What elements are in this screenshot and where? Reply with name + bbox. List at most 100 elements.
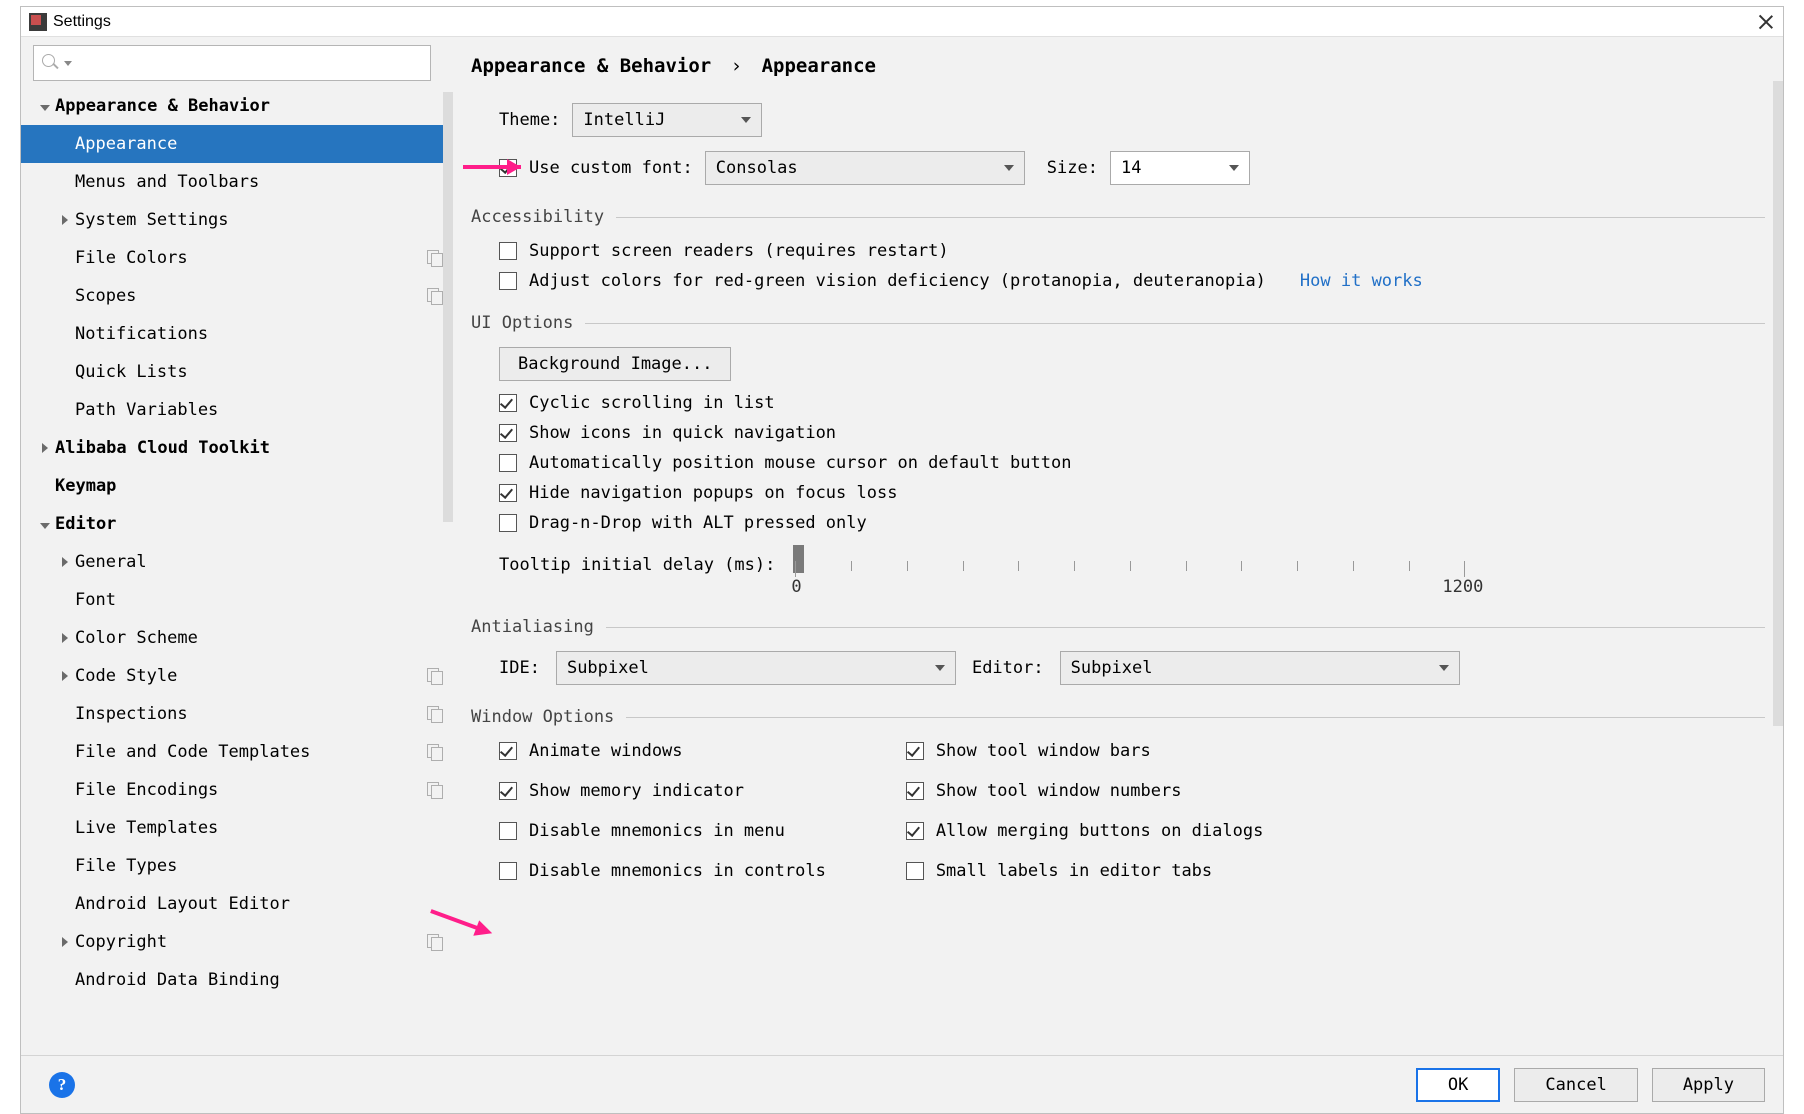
sidebar-item-label: Appearance (75, 134, 177, 154)
sidebar-item[interactable]: Live Templates (21, 809, 453, 847)
sidebar: Appearance & Behavior Appearance Menus and… (21, 37, 453, 1055)
checkbox[interactable] (906, 782, 924, 800)
anti-ide-select[interactable]: Subpixel (556, 651, 956, 685)
checkbox[interactable] (499, 822, 517, 840)
app-icon (29, 13, 47, 31)
font-select[interactable]: Consolas (705, 151, 1025, 185)
copy-icon (427, 744, 443, 760)
sidebar-item[interactable]: Quick Lists (21, 353, 453, 391)
copy-icon (427, 706, 443, 722)
checkbox[interactable] (499, 782, 517, 800)
font-size-select[interactable]: 14 (1110, 151, 1250, 185)
titlebar: Settings (21, 7, 1783, 37)
divider (585, 323, 1765, 324)
how-it-works-link[interactable]: How it works (1300, 271, 1423, 291)
sidebar-item-label: Appearance & Behavior (55, 96, 270, 116)
apply-button[interactable]: Apply (1652, 1068, 1765, 1102)
sidebar-item[interactable]: Copyright (21, 923, 453, 961)
sidebar-item[interactable]: Font (21, 581, 453, 619)
window-title: Settings (53, 13, 111, 31)
checkbox[interactable] (906, 742, 924, 760)
search-input[interactable] (33, 45, 431, 81)
auto-cursor-checkbox[interactable] (499, 454, 517, 472)
cyclic-scrolling-checkbox[interactable] (499, 394, 517, 412)
sidebar-item[interactable]: Alibaba Cloud Toolkit (21, 429, 453, 467)
sidebar-item[interactable]: File Colors (21, 239, 453, 277)
cancel-button[interactable]: Cancel (1514, 1068, 1637, 1102)
copy-icon (427, 288, 443, 304)
sidebar-item[interactable]: Color Scheme (21, 619, 453, 657)
sidebar-scrollbar[interactable] (443, 92, 453, 522)
sidebar-item[interactable]: Inspections (21, 695, 453, 733)
dnd-alt-checkbox[interactable] (499, 514, 517, 532)
sidebar-item[interactable]: Path Variables (21, 391, 453, 429)
ok-button[interactable]: OK (1416, 1068, 1500, 1102)
sidebar-item[interactable]: Android Data Binding (21, 961, 453, 999)
chevron-down-icon (935, 665, 945, 671)
section-ui-options: UI Options (471, 313, 573, 333)
font-size-label: Size: (1047, 158, 1098, 178)
sidebar-item-label: General (75, 552, 147, 572)
chevron-down-icon (64, 61, 72, 66)
tooltip-delay-label: Tooltip initial delay (ms): (499, 555, 775, 575)
sidebar-item[interactable]: Android Layout Editor (21, 885, 453, 923)
tooltip-max: 1200 (1442, 577, 1483, 597)
sidebar-item[interactable]: Appearance (21, 125, 453, 163)
sidebar-item[interactable]: File Types (21, 847, 453, 885)
use-custom-font-checkbox[interactable] (499, 159, 517, 177)
anti-editor-select[interactable]: Subpixel (1060, 651, 1460, 685)
chevron-right-icon (55, 932, 75, 952)
screen-readers-label: Support screen readers (requires restart… (529, 241, 949, 261)
cyclic-scrolling-label: Cyclic scrolling in list (529, 393, 775, 413)
checkbox[interactable] (906, 822, 924, 840)
sidebar-item[interactable]: Scopes (21, 277, 453, 315)
checkbox-label: Disable mnemonics in controls (529, 861, 826, 881)
checkbox[interactable] (499, 862, 517, 880)
color-deficiency-checkbox[interactable] (499, 272, 517, 290)
font-value: Consolas (716, 158, 798, 178)
breadcrumb-a: Appearance & Behavior (471, 55, 711, 77)
color-deficiency-label: Adjust colors for red-green vision defic… (529, 271, 1266, 291)
sidebar-item[interactable]: File Encodings (21, 771, 453, 809)
anti-ide-value: Subpixel (567, 658, 649, 678)
icons-nav-checkbox[interactable] (499, 424, 517, 442)
theme-select[interactable]: IntelliJ (572, 103, 762, 137)
sidebar-item[interactable]: Editor (21, 505, 453, 543)
checkbox-label: Disable mnemonics in menu (529, 821, 785, 841)
sidebar-item[interactable]: General (21, 543, 453, 581)
close-icon[interactable] (1757, 13, 1775, 31)
sidebar-item[interactable]: Notifications (21, 315, 453, 353)
background-image-button[interactable]: Background Image... (499, 347, 731, 381)
dialog-footer: ? OK Cancel Apply (21, 1055, 1783, 1113)
checkbox[interactable] (906, 862, 924, 880)
checkbox[interactable] (499, 742, 517, 760)
anti-ide-label: IDE: (499, 658, 540, 678)
sidebar-item[interactable]: File and Code Templates (21, 733, 453, 771)
hide-popups-label: Hide navigation popups on focus loss (529, 483, 897, 503)
tooltip-delay-slider[interactable]: 0 1200 (795, 551, 1465, 595)
sidebar-item-label: Android Layout Editor (75, 894, 290, 914)
sidebar-item-label: File Encodings (75, 780, 218, 800)
sidebar-item-label: File Colors (75, 248, 188, 268)
checkbox-label: Show memory indicator (529, 781, 744, 801)
tooltip-min: 0 (791, 577, 801, 597)
sidebar-item[interactable]: Keymap (21, 467, 453, 505)
sidebar-item[interactable]: Code Style (21, 657, 453, 695)
theme-value: IntelliJ (583, 110, 665, 130)
divider (616, 217, 1765, 218)
sidebar-item-label: File Types (75, 856, 177, 876)
sidebar-item[interactable]: Menus and Toolbars (21, 163, 453, 201)
chevron-down-icon (1004, 165, 1014, 171)
screen-readers-checkbox[interactable] (499, 242, 517, 260)
main-scrollbar[interactable] (1773, 81, 1783, 726)
sidebar-item[interactable]: System Settings (21, 201, 453, 239)
copy-icon (427, 782, 443, 798)
sidebar-item-label: Code Style (75, 666, 177, 686)
help-icon[interactable]: ? (49, 1072, 75, 1098)
copy-icon (427, 250, 443, 266)
sidebar-item-label: Path Variables (75, 400, 218, 420)
sidebar-item[interactable]: Appearance & Behavior (21, 87, 453, 125)
hide-popups-checkbox[interactable] (499, 484, 517, 502)
anti-editor-value: Subpixel (1071, 658, 1153, 678)
section-antialiasing: Antialiasing (471, 617, 594, 637)
